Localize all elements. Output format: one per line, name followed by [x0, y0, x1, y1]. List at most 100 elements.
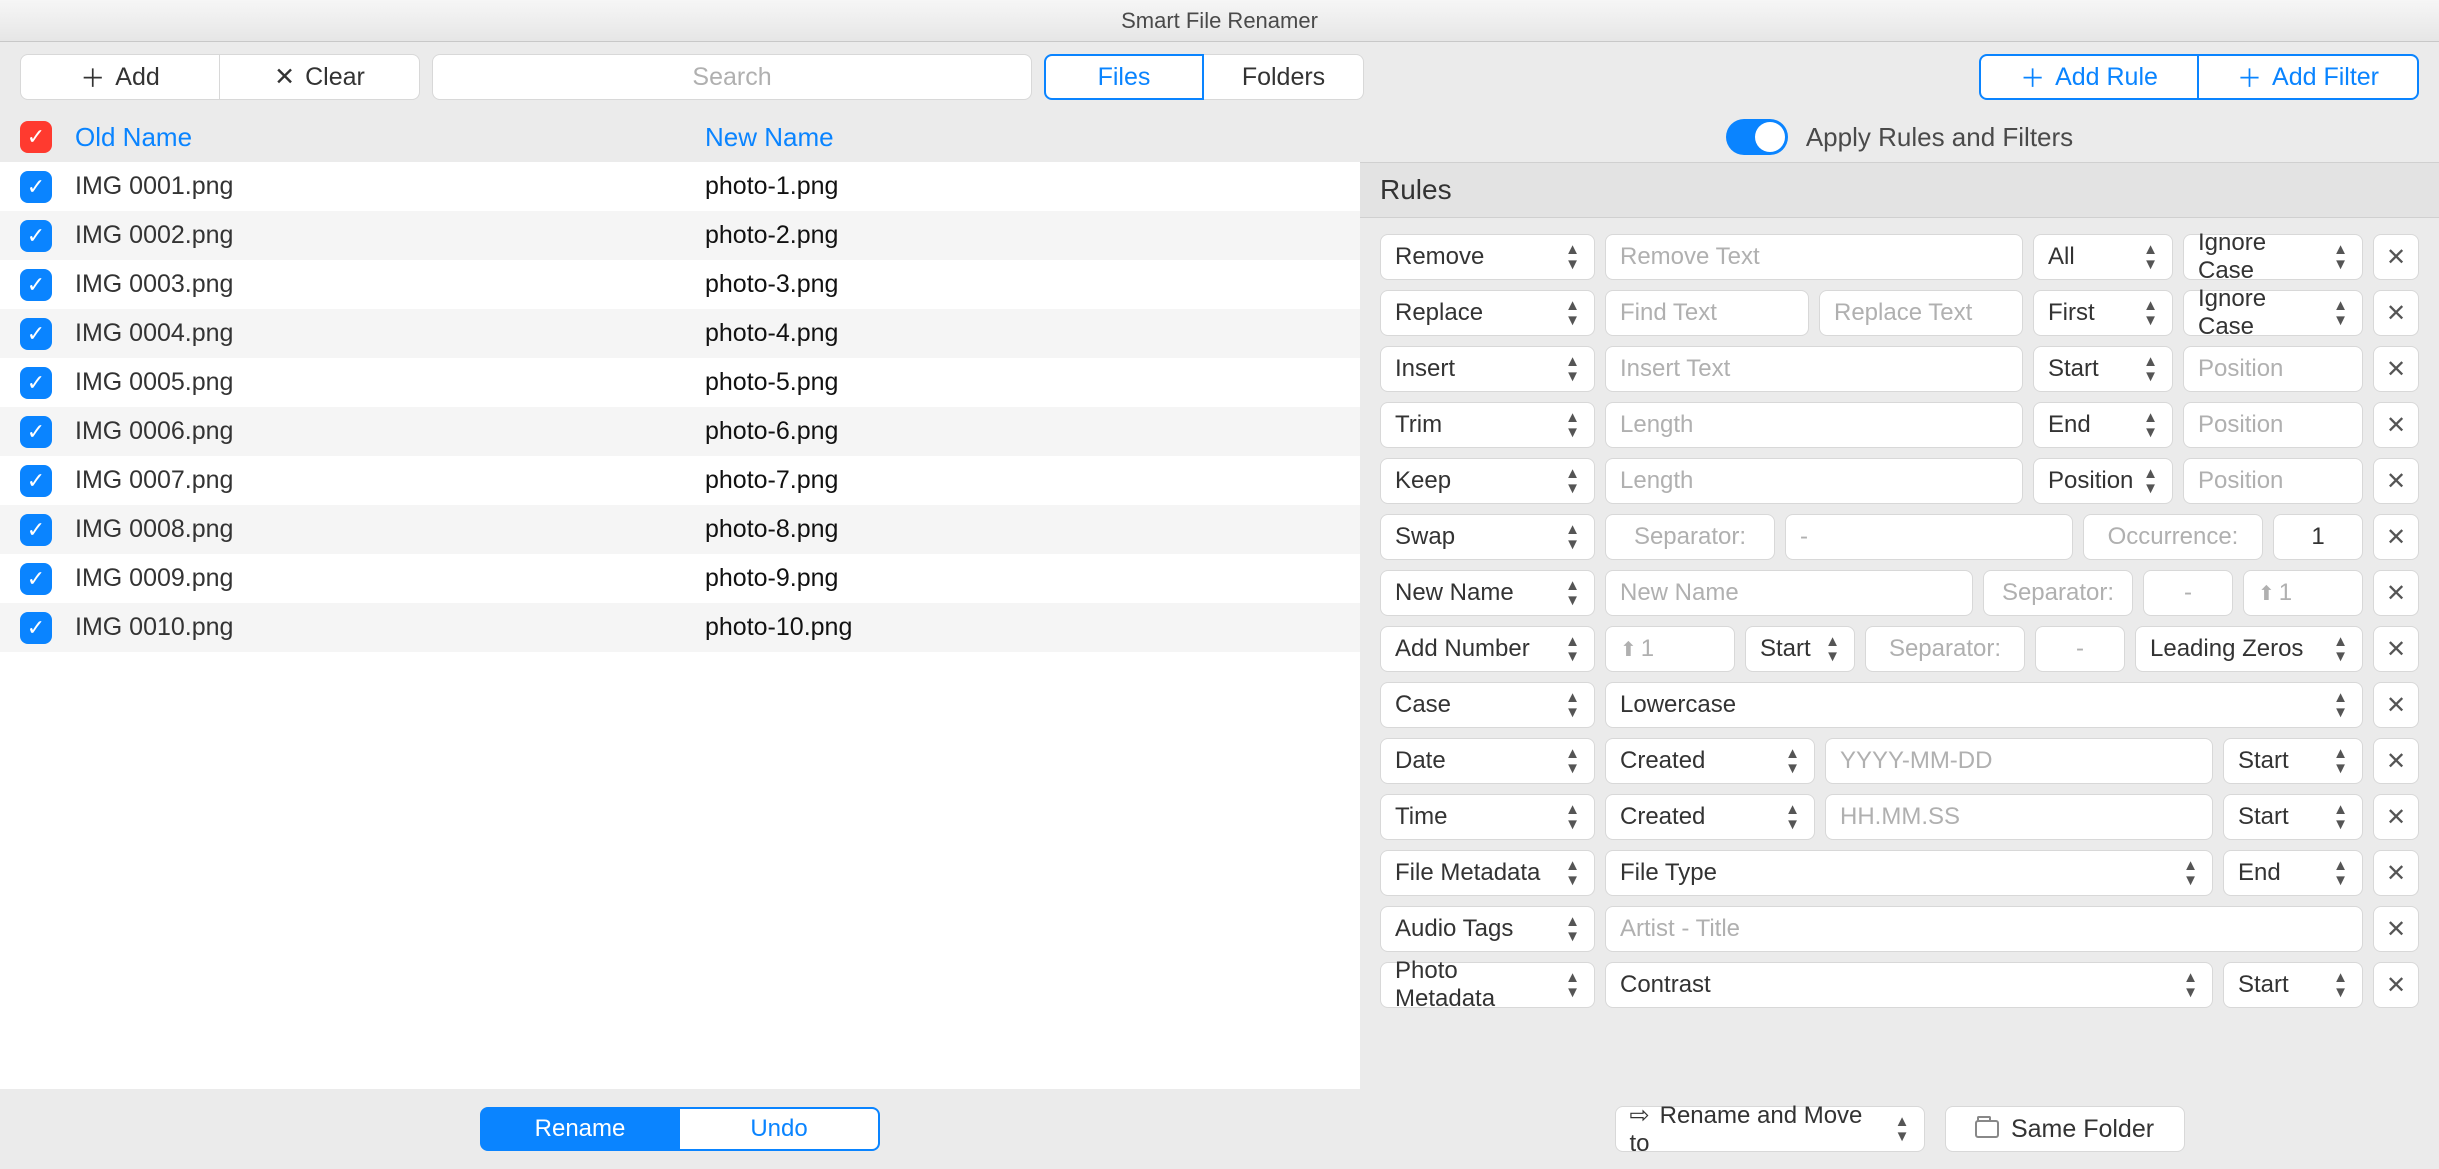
row-checkbox[interactable]: ✓ [20, 367, 52, 399]
separator-input[interactable]: - [1785, 514, 2073, 560]
rule-type-select[interactable]: Time▲▼ [1380, 794, 1595, 840]
position-input[interactable] [2183, 346, 2363, 392]
scope-select[interactable]: All▲▼ [2033, 234, 2173, 280]
rule-type-select[interactable]: Add Number▲▼ [1380, 626, 1595, 672]
rule-type-select[interactable]: New Name▲▼ [1380, 570, 1595, 616]
undo-button[interactable]: Undo [680, 1107, 880, 1151]
rule-type-select[interactable]: Replace▲▼ [1380, 290, 1595, 336]
occurrence-input[interactable]: 1 [2273, 514, 2363, 560]
table-row[interactable]: ✓IMG 0005.pngphoto-5.png [0, 358, 1360, 407]
time-format-input[interactable]: HH.MM.SS [1825, 794, 2213, 840]
add-filter-button[interactable]: ＋ Add Filter [2199, 54, 2419, 100]
rule-type-select[interactable]: Insert▲▼ [1380, 346, 1595, 392]
delete-rule-button[interactable]: ✕ [2373, 234, 2419, 280]
delete-rule-button[interactable]: ✕ [2373, 906, 2419, 952]
rule-type-select[interactable]: Case▲▼ [1380, 682, 1595, 728]
rule-type-select[interactable]: Photo Metadata▲▼ [1380, 962, 1595, 1008]
row-checkbox[interactable]: ✓ [20, 416, 52, 448]
case-select[interactable]: Ignore Case▲▼ [2183, 234, 2363, 280]
row-checkbox[interactable]: ✓ [20, 318, 52, 350]
delete-rule-button[interactable]: ✕ [2373, 850, 2419, 896]
add-rule-button[interactable]: ＋ Add Rule [1979, 54, 2199, 100]
rename-button[interactable]: Rename [480, 1107, 680, 1151]
anchor-select[interactable]: Start▲▼ [1745, 626, 1855, 672]
table-row[interactable]: ✓IMG 0008.pngphoto-8.png [0, 505, 1360, 554]
delete-rule-button[interactable]: ✕ [2373, 458, 2419, 504]
column-new-name[interactable]: New Name [705, 122, 834, 153]
table-row[interactable]: ✓IMG 0002.pngphoto-2.png [0, 211, 1360, 260]
audio-format-input[interactable]: Artist - Title [1605, 906, 2363, 952]
table-row[interactable]: ✓IMG 0001.pngphoto-1.png [0, 162, 1360, 211]
delete-rule-button[interactable]: ✕ [2373, 794, 2419, 840]
metadata-field-select[interactable]: File Type▲▼ [1605, 850, 2213, 896]
delete-rule-button[interactable]: ✕ [2373, 570, 2419, 616]
delete-rule-button[interactable]: ✕ [2373, 682, 2419, 728]
time-source-select[interactable]: Created▲▼ [1605, 794, 1815, 840]
anchor-select[interactable]: Start▲▼ [2033, 346, 2173, 392]
column-old-name[interactable]: Old Name [75, 122, 705, 153]
delete-rule-button[interactable]: ✕ [2373, 402, 2419, 448]
apply-toggle[interactable] [1726, 119, 1788, 155]
row-checkbox[interactable]: ✓ [20, 514, 52, 546]
row-checkbox[interactable]: ✓ [20, 465, 52, 497]
rule-type-select[interactable]: Keep▲▼ [1380, 458, 1595, 504]
clear-button[interactable]: ✕ Clear [220, 54, 420, 100]
add-button[interactable]: ＋ Add [20, 54, 220, 100]
replace-text-input[interactable] [1819, 290, 2023, 336]
rule-type-select[interactable]: Remove▲▼ [1380, 234, 1595, 280]
photo-field-select[interactable]: Contrast▲▼ [1605, 962, 2213, 1008]
delete-rule-button[interactable]: ✕ [2373, 962, 2419, 1008]
select-all-checkbox[interactable]: ✓ [20, 121, 52, 153]
table-row[interactable]: ✓IMG 0003.pngphoto-3.png [0, 260, 1360, 309]
table-row[interactable]: ✓IMG 0006.pngphoto-6.png [0, 407, 1360, 456]
row-checkbox[interactable]: ✓ [20, 563, 52, 595]
anchor-select[interactable]: Start▲▼ [2223, 738, 2363, 784]
delete-rule-button[interactable]: ✕ [2373, 514, 2419, 560]
anchor-select[interactable]: Start▲▼ [2223, 962, 2363, 1008]
row-checkbox[interactable]: ✓ [20, 220, 52, 252]
table-row[interactable]: ✓IMG 0004.pngphoto-4.png [0, 309, 1360, 358]
start-number-input[interactable]: ⬆1 [1605, 626, 1735, 672]
tab-files[interactable]: Files [1044, 54, 1204, 100]
separator-input[interactable]: - [2143, 570, 2233, 616]
same-folder-button[interactable]: Same Folder [1945, 1106, 2185, 1152]
delete-rule-button[interactable]: ✕ [2373, 346, 2419, 392]
table-row[interactable]: ✓IMG 0009.pngphoto-9.png [0, 554, 1360, 603]
anchor-select[interactable]: End▲▼ [2223, 850, 2363, 896]
delete-rule-button[interactable]: ✕ [2373, 738, 2419, 784]
anchor-select[interactable]: Start▲▼ [2223, 794, 2363, 840]
new-name-input[interactable] [1605, 570, 1973, 616]
position-input[interactable] [2183, 402, 2363, 448]
row-checkbox[interactable]: ✓ [20, 269, 52, 301]
find-text-input[interactable] [1605, 290, 1809, 336]
rule-type-select[interactable]: File Metadata▲▼ [1380, 850, 1595, 896]
remove-text-input[interactable] [1605, 234, 2023, 280]
row-checkbox[interactable]: ✓ [20, 612, 52, 644]
case-select[interactable]: Ignore Case▲▼ [2183, 290, 2363, 336]
start-number-input[interactable]: ⬆1 [2243, 570, 2363, 616]
row-checkbox[interactable]: ✓ [20, 171, 52, 203]
rule-type-select[interactable]: Audio Tags▲▼ [1380, 906, 1595, 952]
table-row[interactable]: ✓IMG 0010.pngphoto-10.png [0, 603, 1360, 652]
position-input[interactable] [2183, 458, 2363, 504]
search-input[interactable]: Search [432, 54, 1032, 100]
separator-input[interactable]: - [2035, 626, 2125, 672]
case-value-select[interactable]: Lowercase▲▼ [1605, 682, 2363, 728]
leading-zeros-select[interactable]: Leading Zeros▲▼ [2135, 626, 2363, 672]
rule-type-select[interactable]: Swap▲▼ [1380, 514, 1595, 560]
delete-rule-button[interactable]: ✕ [2373, 290, 2419, 336]
anchor-select[interactable]: End▲▼ [2033, 402, 2173, 448]
date-source-select[interactable]: Created▲▼ [1605, 738, 1815, 784]
insert-text-input[interactable] [1605, 346, 2023, 392]
length-input[interactable] [1605, 402, 2023, 448]
rename-move-select[interactable]: ⇨Rename and Move to ▲▼ [1615, 1106, 1925, 1152]
anchor-select[interactable]: Position▲▼ [2033, 458, 2173, 504]
length-input[interactable] [1605, 458, 2023, 504]
date-format-input[interactable]: YYYY-MM-DD [1825, 738, 2213, 784]
rule-type-select[interactable]: Date▲▼ [1380, 738, 1595, 784]
delete-rule-button[interactable]: ✕ [2373, 626, 2419, 672]
scope-select[interactable]: First▲▼ [2033, 290, 2173, 336]
rule-type-select[interactable]: Trim▲▼ [1380, 402, 1595, 448]
tab-folders[interactable]: Folders [1204, 54, 1364, 100]
table-row[interactable]: ✓IMG 0007.pngphoto-7.png [0, 456, 1360, 505]
